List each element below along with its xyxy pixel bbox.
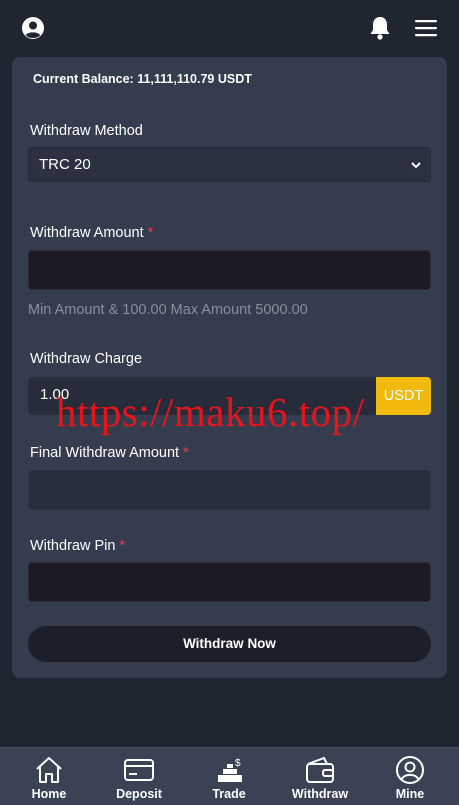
nav-item-mine[interactable]: Mine	[370, 748, 450, 805]
final-withdraw-amount-input[interactable]	[28, 470, 431, 510]
withdraw-amount-input[interactable]	[28, 250, 431, 290]
bell-icon[interactable]	[368, 15, 392, 41]
nav-label-withdraw: Withdraw	[291, 787, 349, 801]
nav-item-withdraw[interactable]: Withdraw	[280, 748, 360, 805]
bottom-nav: Home Deposit $ Trade Withdraw Mine	[0, 747, 459, 805]
svg-text:$: $	[235, 758, 241, 769]
withdraw-now-button[interactable]: Withdraw Now	[28, 626, 431, 662]
nav-label-trade: Trade	[212, 787, 246, 801]
withdraw-charge-label: Withdraw Charge	[30, 351, 143, 367]
withdraw-method-label: Withdraw Method	[30, 123, 143, 139]
trade-icon: $	[218, 758, 242, 782]
card-icon	[124, 759, 154, 781]
withdraw-card: Current Balance: 11,111,110.79 USDT With…	[12, 57, 447, 678]
nav-item-home[interactable]: Home	[9, 748, 89, 805]
wallet-icon	[306, 756, 334, 783]
required-mark: *	[183, 445, 189, 461]
current-balance: Current Balance: 11,111,110.79 USDT	[33, 72, 252, 86]
nav-label-home: Home	[31, 787, 67, 801]
withdraw-method-select[interactable]: TRC 20	[28, 147, 431, 182]
watermark-text: https://maku6.top/	[56, 389, 365, 435]
nav-item-deposit[interactable]: Deposit	[99, 748, 179, 805]
withdraw-amount-label: Withdraw Amount *	[30, 225, 154, 241]
final-withdraw-amount-label: Final Withdraw Amount *	[30, 445, 189, 461]
user-circle-icon[interactable]	[21, 16, 45, 40]
charge-unit-badge: USDT	[376, 377, 431, 415]
required-mark: *	[147, 225, 154, 241]
nav-label-deposit: Deposit	[116, 787, 162, 801]
user-circle-icon	[396, 756, 424, 784]
chevron-down-icon	[411, 162, 421, 169]
amount-hint: Min Amount & 100.00 Max Amount 5000.00	[28, 302, 308, 318]
required-mark: *	[119, 538, 126, 554]
top-bar	[0, 0, 459, 56]
nav-label-mine: Mine	[395, 787, 425, 801]
withdraw-pin-label: Withdraw Pin *	[30, 538, 126, 554]
hamburger-menu-icon[interactable]	[415, 19, 437, 37]
withdraw-pin-input[interactable]	[28, 562, 431, 602]
home-icon	[36, 757, 62, 783]
nav-item-trade[interactable]: $ Trade	[189, 748, 269, 805]
